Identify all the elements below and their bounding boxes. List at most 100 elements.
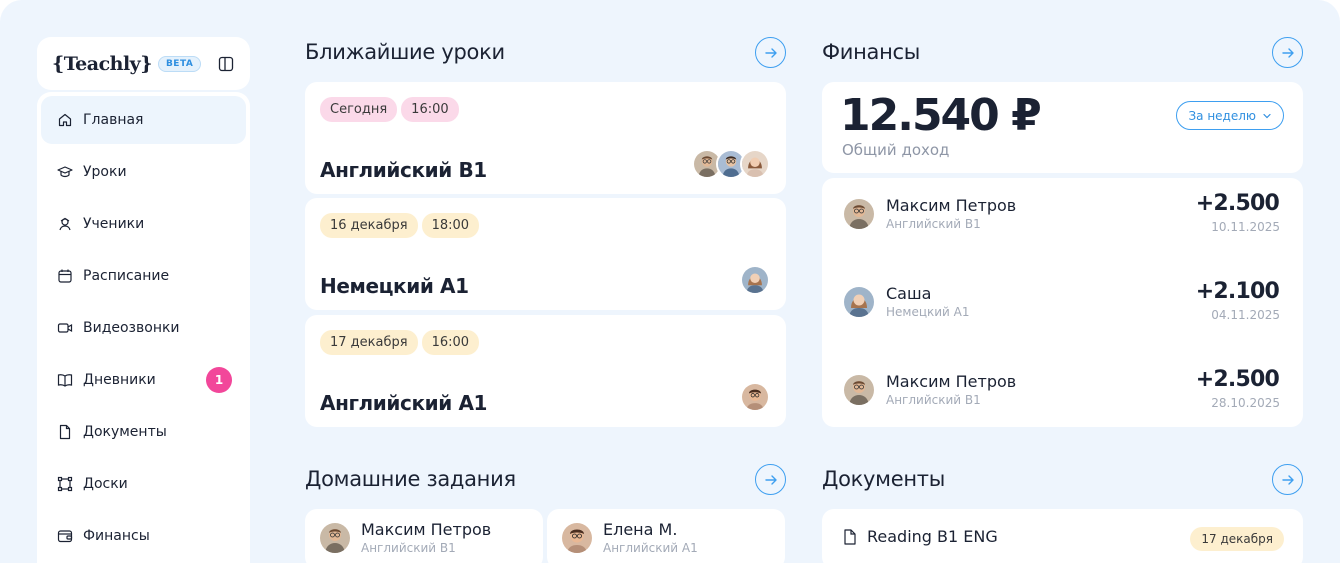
transaction-student-name: Саша	[886, 284, 932, 303]
homework-course: Английский B1	[361, 541, 456, 555]
board-icon	[57, 476, 73, 492]
sidebar-item-label: Документы	[83, 424, 167, 440]
lesson-title: Английский B1	[320, 158, 487, 182]
app-window: {Teachly} BETA Главная Уроки Ученики Рас…	[0, 0, 1340, 563]
finance-more-button[interactable]	[1272, 37, 1303, 68]
arrow-right-icon	[1281, 47, 1294, 58]
homework-section-title: Домашние задания	[305, 467, 516, 491]
period-dropdown-label: За неделю	[1188, 108, 1256, 123]
lesson-avatars	[692, 149, 770, 179]
period-dropdown[interactable]: За неделю	[1176, 101, 1284, 130]
avatar	[740, 382, 770, 412]
document-date-chip: 17 декабря	[1190, 527, 1284, 551]
homework-student-name: Максим Петров	[361, 520, 492, 539]
avatar	[844, 199, 874, 229]
sidebar-item-label: Расписание	[83, 268, 170, 284]
sidebar-item-label: Дневники	[83, 372, 156, 388]
homework-student-name: Елена М.	[603, 520, 678, 539]
lesson-card[interactable]: 17 декабря 16:00 Английский A1	[305, 315, 786, 427]
sidebar-item-label: Видеозвонки	[83, 320, 180, 336]
brand-card: {Teachly} BETA	[37, 37, 250, 90]
students-icon	[59, 217, 71, 231]
sidebar-item-schedule[interactable]: Расписание	[41, 252, 246, 300]
sidebar-item-diaries[interactable]: Дневники 1	[41, 356, 246, 404]
avatar	[320, 523, 350, 553]
lesson-card[interactable]: Сегодня 16:00 Английский B1	[305, 82, 786, 194]
graduation-cap-icon	[57, 166, 73, 178]
avatar	[740, 149, 770, 179]
sidebar-item-lessons[interactable]: Уроки	[41, 148, 246, 196]
transaction-course: Английский B1	[886, 217, 981, 231]
arrow-right-icon	[764, 474, 777, 485]
lessons-more-button[interactable]	[755, 37, 786, 68]
transaction-student-name: Максим Петров	[886, 196, 1017, 215]
sidebar-item-home[interactable]: Главная	[41, 96, 246, 144]
avatar	[844, 287, 874, 317]
sidebar-item-documents[interactable]: Документы	[41, 408, 246, 456]
sidebar-item-video-calls[interactable]: Видеозвонки	[41, 304, 246, 352]
sidebar-item-students[interactable]: Ученики	[41, 200, 246, 248]
transaction-row[interactable]: Максим Петров Английский B1 +2.500 28.10…	[822, 354, 1303, 414]
homework-more-button[interactable]	[755, 464, 786, 495]
sidebar-item-label: Финансы	[83, 528, 150, 544]
lessons-section-title: Ближайшие уроки	[305, 40, 505, 64]
lesson-card[interactable]: 16 декабря 18:00 Немецкий A1	[305, 198, 786, 310]
home-icon	[58, 113, 72, 127]
homework-course: Английский A1	[603, 541, 698, 555]
notification-badge: 1	[206, 367, 232, 393]
sidebar-item-label: Уроки	[83, 164, 127, 180]
avatar	[844, 375, 874, 405]
document-row[interactable]: Reading B1 ENG 17 декабря	[822, 509, 1303, 563]
arrow-right-icon	[764, 47, 777, 58]
transaction-amount: +2.500	[1195, 367, 1280, 392]
transaction-course: Немецкий A1	[886, 305, 970, 319]
document-icon	[59, 424, 71, 440]
logo[interactable]: {Teachly}	[52, 53, 152, 75]
transaction-row[interactable]: Максим Петров Английский B1 +2.500 10.11…	[822, 178, 1303, 238]
homework-card[interactable]: Максим Петров Английский B1	[305, 509, 543, 563]
sidebar-nav: Главная Уроки Ученики Расписание Видеозв…	[37, 92, 250, 563]
finance-section-title: Финансы	[822, 40, 921, 64]
arrow-right-icon	[1281, 474, 1294, 485]
transaction-date: 28.10.2025	[1211, 396, 1280, 410]
lesson-date-chip: 16 декабря	[320, 213, 418, 238]
document-name: Reading B1 ENG	[867, 527, 998, 546]
documents-section-title: Документы	[822, 467, 945, 491]
documents-more-button[interactable]	[1272, 464, 1303, 495]
lesson-avatars	[740, 382, 770, 412]
sidebar-item-label: Главная	[83, 112, 144, 128]
transaction-amount: +2.500	[1195, 191, 1280, 216]
wallet-icon	[57, 530, 73, 543]
avatar	[740, 265, 770, 295]
beta-badge: BETA	[157, 55, 202, 72]
sidebar-toggle-icon[interactable]	[218, 56, 234, 72]
sidebar-item-label: Доски	[83, 476, 128, 492]
lesson-time-chip: 16:00	[421, 330, 480, 355]
total-income-label: Общий доход	[842, 141, 950, 159]
transactions-list: Максим Петров Английский B1 +2.500 10.11…	[822, 178, 1303, 427]
lesson-title: Немецкий A1	[320, 274, 469, 298]
finance-summary-card: 12.540 ₽ Общий доход За неделю	[822, 82, 1303, 173]
transaction-row[interactable]: Саша Немецкий A1 +2.100 04.11.2025	[822, 266, 1303, 326]
avatar	[562, 523, 592, 553]
book-icon	[57, 374, 73, 387]
document-icon	[844, 529, 856, 545]
transaction-amount: +2.100	[1195, 279, 1280, 304]
calendar-icon	[58, 269, 72, 283]
transaction-date: 10.11.2025	[1211, 220, 1280, 234]
lesson-date-chip: 17 декабря	[320, 330, 418, 355]
lesson-title: Английский A1	[320, 391, 488, 415]
video-icon	[57, 323, 73, 333]
sidebar-item-boards[interactable]: Доски	[41, 460, 246, 508]
lesson-time-chip: 18:00	[421, 213, 480, 238]
chevron-down-icon	[1263, 113, 1271, 118]
sidebar-item-finance[interactable]: Финансы	[41, 512, 246, 560]
lesson-avatars	[740, 265, 770, 295]
homework-card[interactable]: Елена М. Английский A1	[547, 509, 785, 563]
transaction-date: 04.11.2025	[1211, 308, 1280, 322]
total-income-amount: 12.540 ₽	[840, 90, 1042, 141]
lesson-date-chip: Сегодня	[320, 97, 398, 122]
transaction-student-name: Максим Петров	[886, 372, 1017, 391]
transaction-course: Английский B1	[886, 393, 981, 407]
lesson-time-chip: 16:00	[401, 97, 459, 122]
